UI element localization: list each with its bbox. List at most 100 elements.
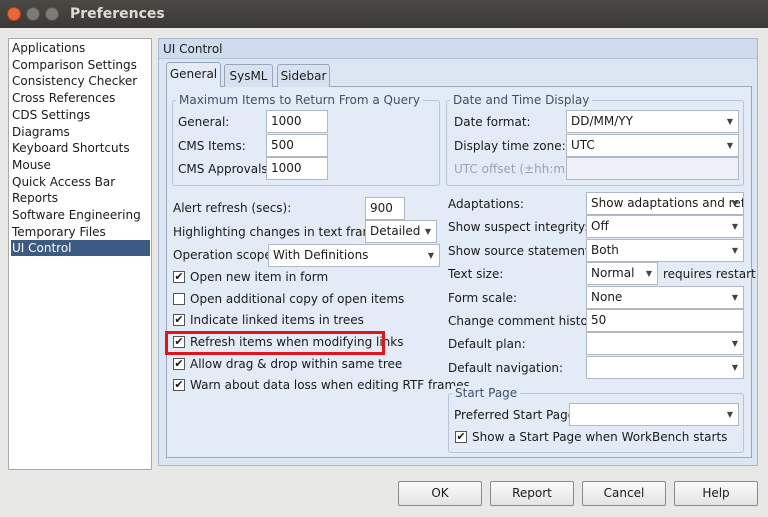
setting-label: Text size: [448, 267, 504, 281]
tab-sidebar[interactable]: Sidebar [277, 64, 330, 87]
category-list[interactable]: Applications Comparison Settings Consisten… [8, 38, 152, 470]
cms-approvals-input[interactable]: 1000 [266, 157, 328, 180]
option-label: Indicate linked items in trees [190, 313, 364, 327]
sidebar-item[interactable]: CDS Settings [11, 107, 90, 123]
highlighting-value: Detailed [370, 224, 421, 238]
setting-value: Show adaptations and refe [591, 196, 744, 210]
sidebar-item[interactable]: Keyboard Shortcuts [11, 140, 130, 156]
datetime-group-title: Date and Time Display [450, 93, 593, 107]
setting-select[interactable]: Normal ▼ [586, 262, 658, 285]
tab-sysml[interactable]: SysML [224, 64, 273, 87]
option-checkbox[interactable] [173, 293, 185, 305]
cms-approvals-label: CMS Approvals: [178, 162, 272, 176]
time-zone-value: UTC [571, 138, 595, 152]
window-title: Preferences [70, 6, 165, 22]
operation-scope-select[interactable]: With Definitions ▼ [268, 244, 440, 267]
cms-items-input[interactable]: 500 [266, 134, 328, 157]
start-page-group-title: Start Page [452, 386, 521, 400]
dropdown-arrow-icon: ▼ [645, 269, 652, 278]
dropdown-arrow-icon: ▼ [726, 141, 733, 150]
setting-value: Off [591, 219, 609, 233]
setting-label: Form scale: [448, 291, 518, 305]
sidebar-item[interactable]: Cross References [11, 90, 115, 106]
time-zone-select[interactable]: UTC ▼ [566, 134, 739, 157]
highlighting-label: Highlighting changes in text frames: [173, 225, 392, 239]
panel-title: UI Control [159, 39, 757, 59]
date-format-value: DD/MM/YY [571, 114, 633, 128]
option-label: Open new item in form [190, 270, 329, 284]
setting-select[interactable]: Show adaptations and refe ▼ [586, 192, 744, 215]
max-items-group-title: Maximum Items to Return From a Query [176, 93, 424, 107]
option-checkbox[interactable]: ✔ [173, 314, 185, 326]
dropdown-arrow-icon: ▼ [731, 222, 738, 231]
sidebar-item[interactable]: Software Engineering [11, 207, 141, 223]
setting-label: Default plan: [448, 337, 526, 351]
sidebar-item[interactable]: Temporary Files [11, 224, 106, 240]
highlight-annotation-box [165, 331, 385, 355]
setting-select[interactable]: Off ▼ [586, 215, 744, 238]
general-label: General: [178, 115, 230, 129]
sidebar-item[interactable]: Comparison Settings [11, 57, 137, 73]
setting-select[interactable]: Both ▼ [586, 239, 744, 262]
dropdown-arrow-icon: ▼ [731, 199, 738, 208]
help-button[interactable]: Help [674, 481, 758, 506]
option-label: Open additional copy of open items [190, 292, 405, 306]
cms-items-label: CMS Items: [178, 139, 246, 153]
option-label: Warn about data loss when editing RTF fr… [190, 378, 470, 392]
close-window-button[interactable] [7, 7, 21, 21]
dropdown-arrow-icon: ▼ [726, 117, 733, 126]
dropdown-arrow-icon: ▼ [726, 410, 733, 419]
option-checkbox[interactable]: ✔ [173, 358, 185, 370]
sidebar-item[interactable]: Quick Access Bar [11, 174, 115, 190]
setting-value: Both [591, 243, 619, 257]
show-start-page-checkbox[interactable]: ✔ [455, 431, 467, 443]
setting-input[interactable]: 50 [586, 309, 744, 332]
preferred-start-page-select[interactable]: ▼ [569, 403, 739, 426]
sidebar-item[interactable]: Consistency Checker [11, 73, 137, 89]
report-button[interactable]: Report [490, 481, 574, 506]
dropdown-arrow-icon: ▼ [731, 363, 738, 372]
date-format-select[interactable]: DD/MM/YY ▼ [566, 110, 739, 133]
sidebar-item[interactable]: Reports [11, 190, 58, 206]
sidebar-item[interactable]: Applications [11, 40, 85, 56]
date-format-label: Date format: [454, 115, 531, 129]
setting-value: None [591, 290, 623, 304]
operation-scope-label: Operation scope: [173, 248, 276, 262]
setting-select[interactable]: ▼ [586, 356, 744, 379]
maximize-window-button[interactable] [45, 7, 59, 21]
alert-refresh-input[interactable]: 900 [365, 197, 405, 220]
sidebar-item[interactable]: Diagrams [11, 124, 70, 140]
tab-general[interactable]: General [166, 62, 221, 87]
setting-select[interactable]: ▼ [586, 332, 744, 355]
cancel-button[interactable]: Cancel [582, 481, 666, 506]
dropdown-arrow-icon: ▼ [731, 246, 738, 255]
alert-refresh-label: Alert refresh (secs): [173, 201, 292, 215]
show-start-page-label: Show a Start Page when WorkBench starts [472, 430, 728, 444]
setting-value: Normal [591, 266, 635, 280]
setting-value: 50 [591, 313, 607, 327]
sidebar-item[interactable]: UI Control [11, 240, 150, 257]
setting-label: Adaptations: [448, 197, 524, 211]
dropdown-arrow-icon: ▼ [731, 339, 738, 348]
ok-button[interactable]: OK [398, 481, 482, 506]
utc-offset-input[interactable] [566, 157, 739, 180]
option-checkbox[interactable]: ✔ [173, 379, 185, 391]
preferred-start-page-label: Preferred Start Page: [454, 408, 580, 422]
option-checkbox[interactable]: ✔ [173, 271, 185, 283]
sidebar-item[interactable]: Mouse [11, 157, 51, 173]
dropdown-arrow-icon: ▼ [427, 251, 434, 260]
dropdown-arrow-icon: ▼ [424, 227, 431, 236]
time-zone-label: Display time zone: [454, 139, 566, 153]
title-bar: Preferences [0, 0, 768, 28]
setting-select[interactable]: None ▼ [586, 286, 744, 309]
requires-restart-note: requires restart [663, 267, 756, 281]
setting-label: Show suspect integrity: [448, 220, 589, 234]
general-max-input[interactable]: 1000 [266, 110, 328, 133]
operation-scope-value: With Definitions [273, 248, 369, 262]
highlighting-select[interactable]: Detailed ▼ [365, 220, 437, 243]
dropdown-arrow-icon: ▼ [731, 293, 738, 302]
option-label: Allow drag & drop within same tree [190, 357, 403, 371]
minimize-window-button[interactable] [26, 7, 40, 21]
setting-label: Change comment history: [448, 314, 604, 328]
setting-label: Default navigation: [448, 361, 564, 375]
